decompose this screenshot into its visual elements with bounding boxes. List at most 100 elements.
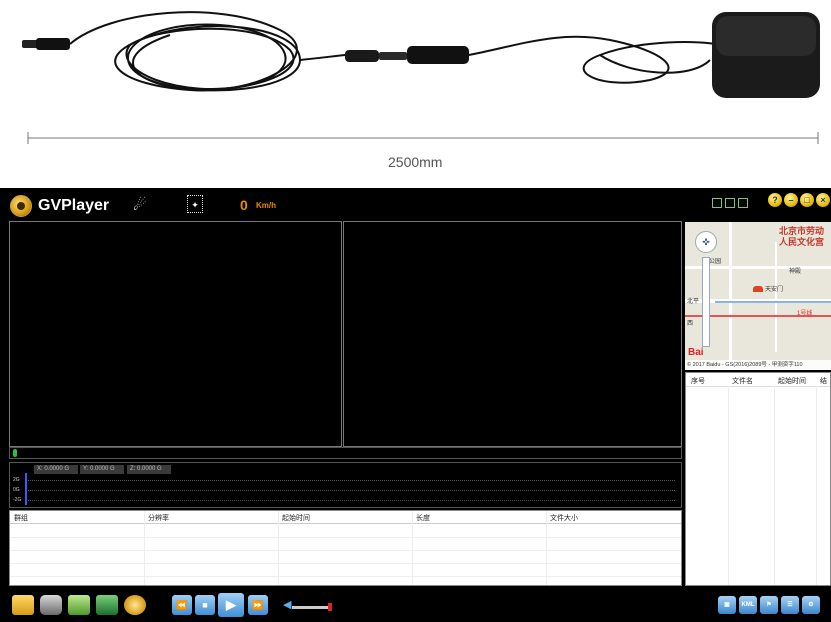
bottom-toolbar: ⏪ ■ ▶ ⏩ ◀ ▣ KML ⚑ ☰ ⚙ — [0, 588, 831, 622]
screen-icon[interactable]: ▣ — [718, 596, 736, 614]
plug-body — [36, 38, 70, 50]
map-label-north: 北平 — [687, 299, 700, 305]
table-row[interactable] — [10, 576, 681, 577]
map-label-west: 西 — [687, 321, 694, 327]
file-list-divider — [816, 386, 817, 585]
file-list-divider — [728, 386, 729, 585]
map-copyright: © 2017 Baidu - GS(2016)2089号 - 甲测资字110 — [685, 360, 831, 370]
col-end[interactable]: 结 — [820, 376, 827, 386]
table-divider — [278, 511, 279, 585]
col-start-time[interactable]: 起始时间 — [778, 376, 806, 386]
coiled-cable — [69, 11, 346, 92]
volume-icon[interactable]: ◀ — [283, 598, 291, 611]
layout-switcher[interactable] — [712, 198, 748, 208]
close-button[interactable]: × — [816, 193, 830, 207]
rewind-button[interactable]: ⏪ — [172, 595, 192, 615]
coiled-cable-2 — [468, 35, 721, 84]
settings-icon[interactable]: ⚙ — [802, 596, 820, 614]
help-button[interactable]: ? — [768, 193, 782, 207]
table-divider — [546, 511, 547, 585]
col-group[interactable]: 群组 — [14, 513, 28, 523]
gsensor-cursor[interactable] — [25, 473, 27, 505]
volume-slider[interactable] — [292, 606, 330, 609]
disk-icon[interactable] — [124, 595, 146, 615]
seek-bar[interactable] — [9, 447, 682, 459]
col-start-time[interactable]: 起始时间 — [282, 513, 310, 523]
layout-single-icon[interactable] — [712, 198, 722, 208]
map-pan-control-icon[interactable]: ✜ — [695, 231, 717, 253]
inline-connector-housing — [407, 46, 469, 64]
map-zoom-slider[interactable] — [702, 257, 710, 347]
gps-antenna-highlight — [716, 16, 816, 56]
app-title: GVPlayer — [38, 197, 110, 214]
gsensor-x-readout: X: 0.0000 G — [34, 465, 78, 474]
gsensor-tick-top: 2G — [13, 477, 20, 483]
product-photo: 2500mm — [0, 0, 831, 188]
dimension-label: 2500mm — [388, 154, 443, 170]
table-divider — [412, 511, 413, 585]
col-index[interactable]: 序号 — [691, 376, 705, 386]
map-place-line2: 人民文化宫 — [779, 237, 825, 247]
kml-button[interactable]: KML — [739, 596, 757, 614]
map-label-temple: 神殿 — [789, 269, 802, 275]
baidu-logo: Bai — [688, 347, 704, 358]
stop-button[interactable]: ■ — [195, 595, 215, 615]
file-list[interactable]: 序号 文件名 起始时间 结 — [685, 372, 831, 586]
map-pin-icon — [753, 286, 763, 292]
gsensor-gridline — [26, 490, 675, 491]
layout-dual-icon[interactable] — [725, 198, 735, 208]
snapshot-camera-icon[interactable] — [40, 595, 62, 615]
video-panel-rear[interactable] — [343, 221, 682, 447]
table-row[interactable] — [10, 563, 681, 564]
col-resolution[interactable]: 分辨率 — [148, 513, 169, 523]
export-icon[interactable] — [68, 595, 90, 615]
inline-connector-mid — [379, 52, 407, 60]
col-length[interactable]: 长度 — [416, 513, 430, 523]
map-panel[interactable]: 北京市劳动 人民文化宫 公园 神殿 北平 西 1号线 天安门 ✜ Bai © 2… — [685, 222, 831, 370]
seek-handle[interactable] — [13, 449, 17, 457]
col-file-size[interactable]: 文件大小 — [550, 513, 578, 523]
segment-table-header: 群组 分辨率 起始时间 长度 文件大小 — [10, 511, 681, 524]
gsensor-graph: X: 0.0000 G Y: 0.0000 G Z: 0.0000 G 2G 0… — [9, 462, 682, 508]
minimize-button[interactable]: – — [784, 193, 798, 207]
speed-unit: Km/h — [256, 201, 276, 210]
play-button[interactable]: ▶ — [218, 593, 244, 617]
screenshot: 2500mm GVPlayer ☄ ✦ 0 Km/h ? – □ × X: 0.… — [0, 0, 831, 622]
map-icon[interactable]: ⚑ — [760, 596, 778, 614]
table-row[interactable] — [10, 550, 681, 551]
gsensor-tick-bottom: -2G — [13, 497, 22, 503]
video-panel-front[interactable] — [9, 221, 342, 447]
gsensor-z-readout: Z: 0.0000 G — [127, 465, 171, 474]
col-filename[interactable]: 文件名 — [732, 376, 753, 386]
speed-value: 0 — [240, 197, 248, 213]
map-street — [729, 222, 732, 370]
open-folder-icon[interactable] — [12, 595, 34, 615]
map-label-gate: 天安门 — [765, 287, 784, 293]
clip-icon[interactable] — [96, 595, 118, 615]
maximize-button[interactable]: □ — [800, 193, 814, 207]
map-label-park: 公园 — [709, 259, 722, 265]
fast-forward-button[interactable]: ⏩ — [248, 595, 268, 615]
map-place-line1: 北京市劳动 — [779, 226, 825, 236]
gsensor-gridline — [26, 480, 675, 481]
app-logo-icon — [10, 195, 32, 217]
gsensor-y-readout: Y: 0.0000 G — [80, 465, 124, 474]
gps-icon: ✦ — [187, 195, 203, 213]
list-icon[interactable]: ☰ — [781, 596, 799, 614]
segment-table[interactable]: 群组 分辨率 起始时间 长度 文件大小 — [9, 510, 682, 586]
table-row[interactable] — [10, 537, 681, 538]
file-list-divider — [774, 386, 775, 585]
table-divider — [144, 511, 145, 585]
volume-handle[interactable] — [328, 603, 332, 611]
gsensor-tick-mid: 0G — [13, 487, 20, 493]
map-label-metro: 1号线 — [797, 311, 813, 317]
layout-quad-icon[interactable] — [738, 198, 748, 208]
map-place-name: 北京市劳动 人民文化宫 — [779, 226, 824, 248]
file-list-header-divider — [686, 386, 830, 387]
map-road — [715, 301, 831, 303]
inline-connector — [345, 50, 379, 62]
title-bar: GVPlayer ☄ ✦ 0 Km/h ? – □ × — [0, 188, 831, 222]
gsensor-gridline — [26, 500, 675, 501]
map-street — [775, 242, 777, 352]
plug-connector — [22, 40, 38, 48]
